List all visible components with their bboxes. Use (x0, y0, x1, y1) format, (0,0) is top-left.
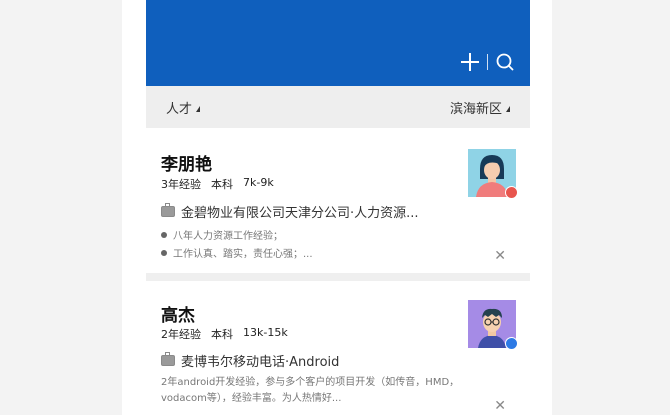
candidate-education: 本科 (211, 328, 233, 341)
filter-talent-label: 人才 (166, 101, 193, 117)
card-separator (146, 273, 530, 281)
candidate-experience: 3年经验 (161, 178, 201, 191)
candidate-meta: 3年经验 本科 7k-9k (161, 176, 274, 192)
phone-screen: 人才 滨海新区 李朋艳 3年经验 本科 7k-9k 金碧物业有限公司天津分公司·… (122, 0, 552, 415)
app-header (146, 0, 530, 86)
dropdown-triangle-icon (196, 106, 201, 112)
bullet-dot-icon (161, 231, 167, 238)
candidate-company: 金碧物业有限公司天津分公司·人力资源... (181, 206, 419, 221)
header-divider (487, 54, 488, 70)
filter-bar: 人才 滨海新区 (146, 86, 530, 128)
candidate-company-row: 金碧物业有限公司天津分公司·人力资源... (161, 202, 419, 221)
status-badge (505, 337, 518, 350)
search-icon[interactable] (496, 53, 514, 71)
header-actions (461, 53, 514, 71)
candidate-description: 2年android开发经验，参与多个客户的项目开发（如传音，HMD，vodaco… (161, 377, 460, 404)
avatar (468, 300, 518, 350)
candidate-name: 高杰 (161, 306, 195, 326)
filter-talent[interactable]: 人才 (146, 98, 220, 117)
candidate-company-row: 麦博韦尔移动电话·Android (161, 351, 339, 370)
bullet-dot-icon (161, 249, 167, 256)
candidate-card[interactable]: 高杰 2年经验 本科 13k-15k 麦博韦尔移动电话·Android 2年an… (146, 281, 530, 415)
candidate-name: 李朋艳 (161, 155, 212, 175)
dropdown-triangle-icon (506, 106, 510, 112)
candidate-card[interactable]: 李朋艳 3年经验 本科 7k-9k 金碧物业有限公司天津分公司·人力资源... … (146, 128, 530, 273)
candidate-salary: 7k-9k (243, 176, 274, 189)
highlight-text: 工作认真、踏实，责任心强；... (173, 249, 313, 260)
avatar (468, 149, 518, 199)
candidate-salary: 13k-15k (243, 326, 288, 339)
filter-district-label: 滨海新区 (449, 101, 502, 117)
filter-district[interactable]: 滨海新区 (430, 98, 530, 117)
highlight-text: 八年人力资源工作经验； (173, 231, 283, 242)
briefcase-icon (161, 352, 175, 366)
highlight-item: 工作认真、踏实，责任心强；... (161, 245, 313, 260)
close-icon[interactable]: ✕ (494, 398, 506, 414)
status-badge (505, 186, 518, 199)
highlight-item: 八年人力资源工作经验； (161, 227, 283, 242)
briefcase-icon (161, 203, 175, 217)
close-icon[interactable]: ✕ (494, 248, 506, 264)
candidate-education: 本科 (211, 178, 233, 191)
candidate-meta: 2年经验 本科 13k-15k (161, 326, 288, 342)
plus-icon[interactable] (461, 53, 479, 71)
candidate-experience: 2年经验 (161, 328, 201, 341)
candidate-company: 麦博韦尔移动电话·Android (181, 355, 340, 370)
